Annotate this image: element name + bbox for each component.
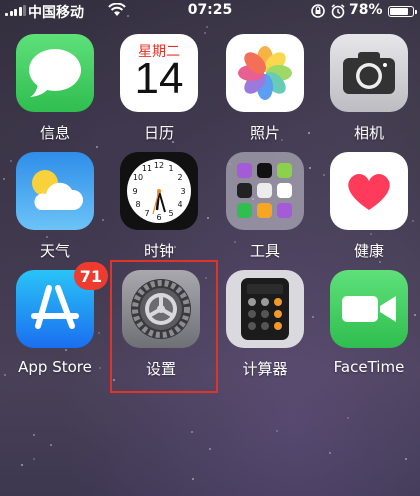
calculator-icon[interactable] bbox=[226, 270, 304, 348]
calendar-icon[interactable]: 星期二 14 bbox=[120, 34, 198, 112]
health-icon[interactable] bbox=[330, 152, 408, 230]
wallpaper-star bbox=[276, 429, 278, 432]
messages-icon[interactable] bbox=[16, 34, 94, 112]
status-bar: 中国移动 07:25 78% bbox=[0, 0, 420, 22]
wallpaper-star bbox=[347, 416, 350, 419]
wallpaper-star bbox=[206, 25, 209, 28]
settings-highlight-box bbox=[110, 260, 218, 393]
svg-text:12: 12 bbox=[154, 161, 164, 170]
app-camera[interactable]: 相机 bbox=[319, 34, 419, 143]
svg-text:9: 9 bbox=[132, 187, 137, 196]
app-clock[interactable]: 12 1 2 345 678 9 10 11 时钟 bbox=[109, 152, 209, 261]
app-facetime[interactable]: FaceTime bbox=[319, 270, 419, 376]
app-label: 计算器 bbox=[242, 360, 288, 378]
wallpaper-star bbox=[208, 447, 211, 450]
svg-text:4: 4 bbox=[177, 200, 182, 209]
battery-icon bbox=[388, 6, 417, 17]
alarm-icon bbox=[331, 4, 345, 19]
wallpaper-star bbox=[191, 477, 194, 480]
svg-text:11: 11 bbox=[142, 164, 152, 173]
app-label: 健康 bbox=[353, 242, 384, 260]
svg-text:6: 6 bbox=[156, 213, 161, 222]
video-camera-icon[interactable] bbox=[330, 270, 408, 348]
app-label: App Store bbox=[18, 358, 92, 376]
wallpaper-star bbox=[329, 451, 332, 454]
app-photos[interactable]: 照片 bbox=[215, 34, 315, 143]
photos-icon[interactable] bbox=[226, 34, 304, 112]
svg-text:1: 1 bbox=[168, 164, 173, 173]
wallpaper-star bbox=[378, 260, 381, 263]
battery-percent: 78% bbox=[349, 2, 383, 18]
app-weather[interactable]: 天气 bbox=[5, 152, 105, 261]
app-label: 工具 bbox=[249, 242, 280, 260]
rotation-lock-icon bbox=[311, 4, 325, 18]
app-app-store[interactable]: 71 App Store bbox=[5, 262, 108, 376]
app-messages[interactable]: 信息 bbox=[5, 34, 105, 143]
wallpaper-star bbox=[96, 146, 99, 149]
app-health[interactable]: 健康 bbox=[319, 152, 419, 261]
svg-text:10: 10 bbox=[133, 173, 143, 182]
app-calendar[interactable]: 星期二 14 日历 bbox=[109, 34, 209, 143]
app-label: 日历 bbox=[143, 124, 174, 142]
app-label: 时钟 bbox=[143, 242, 174, 260]
wallpaper-star bbox=[20, 463, 23, 466]
app-label: FaceTime bbox=[333, 358, 405, 376]
folder-icon[interactable] bbox=[226, 152, 304, 230]
wallpaper-star bbox=[50, 444, 53, 447]
svg-text:7: 7 bbox=[144, 209, 149, 218]
weather-icon[interactable] bbox=[16, 152, 94, 230]
clock-icon[interactable]: 12 1 2 345 678 9 10 11 bbox=[120, 152, 198, 230]
wallpaper-star bbox=[404, 457, 407, 460]
app-label: 照片 bbox=[249, 124, 280, 142]
app-label: 相机 bbox=[353, 124, 384, 142]
svg-text:5: 5 bbox=[168, 209, 173, 218]
svg-text:3: 3 bbox=[180, 187, 185, 196]
app-calculator[interactable]: 计算器 bbox=[215, 270, 315, 379]
calendar-day: 14 bbox=[134, 54, 184, 103]
svg-text:2: 2 bbox=[177, 173, 182, 182]
wallpaper-star bbox=[33, 457, 36, 460]
app-label: 天气 bbox=[39, 242, 70, 260]
camera-icon[interactable] bbox=[330, 34, 408, 112]
notification-badge: 71 bbox=[73, 262, 108, 290]
app-label: 信息 bbox=[39, 124, 70, 142]
app-utilities-folder[interactable]: 工具 bbox=[215, 152, 315, 261]
wallpaper-star bbox=[32, 434, 35, 437]
svg-text:8: 8 bbox=[135, 200, 140, 209]
wallpaper-star bbox=[190, 430, 193, 433]
